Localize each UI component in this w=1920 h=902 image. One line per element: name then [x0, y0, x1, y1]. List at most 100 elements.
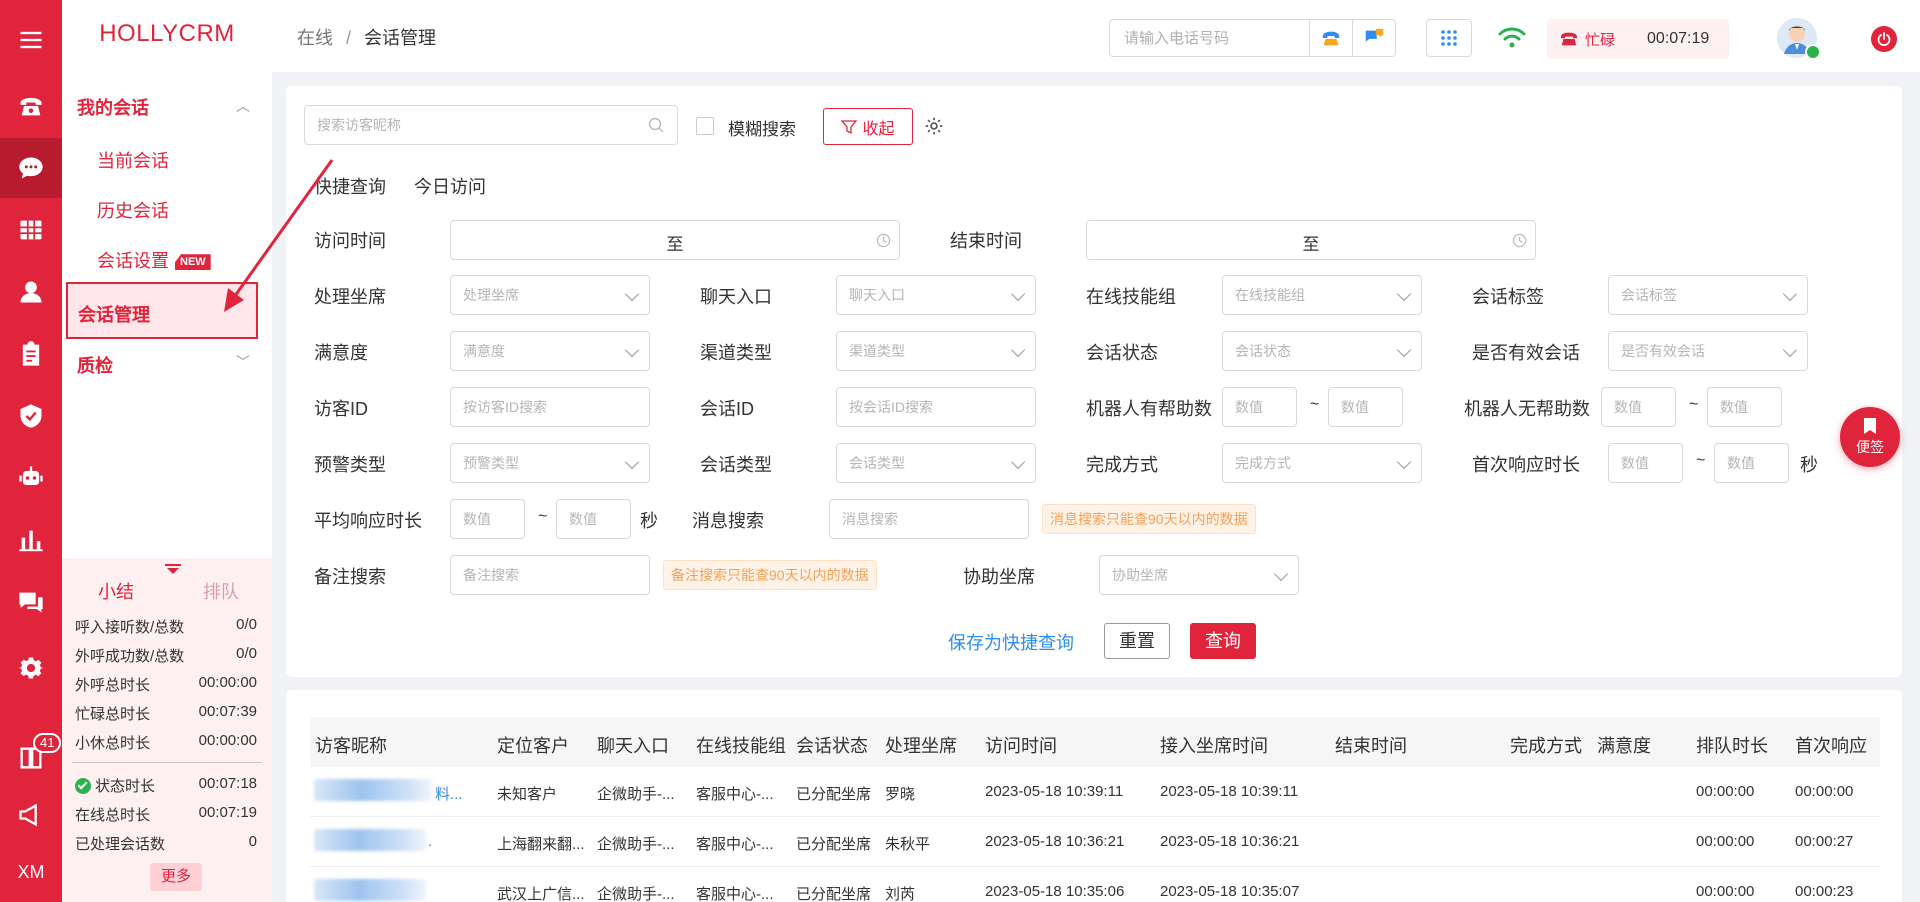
- phone-number-input[interactable]: [1109, 19, 1309, 57]
- menu-item-session-settings[interactable]: 会话设置 NEW: [97, 247, 211, 273]
- query-button[interactable]: 查询: [1190, 623, 1256, 659]
- handling-agent-select[interactable]: 处理坐席: [450, 275, 650, 315]
- search-icon[interactable]: [648, 117, 664, 133]
- gear-icon[interactable]: [0, 638, 62, 698]
- message-button[interactable]: [1352, 19, 1396, 57]
- breadcrumb-root[interactable]: 在线: [297, 28, 333, 48]
- phone-icon[interactable]: [0, 76, 62, 136]
- chat-icon[interactable]: [0, 138, 62, 198]
- brand-logo: HOLLYCRM: [99, 20, 235, 47]
- tab-quick-query[interactable]: 快捷查询: [314, 173, 386, 199]
- menu-item-session-management[interactable]: 会话管理: [66, 282, 258, 339]
- avatar[interactable]: [1777, 18, 1821, 60]
- assist-agent-select[interactable]: 协助坐席: [1099, 555, 1299, 595]
- session-table: 访客昵称 定位客户 聊天入口 在线技能组 会话状态 处理坐席 访问时间 接入坐席…: [286, 690, 1902, 902]
- robot-unhelpful-max[interactable]: [1707, 387, 1782, 427]
- channel-type-select[interactable]: 渠道类型: [836, 331, 1036, 371]
- robot-helpful-max[interactable]: [1328, 387, 1403, 427]
- valid-session-select[interactable]: 是否有效会话: [1608, 331, 1808, 371]
- avg-response-max[interactable]: [556, 499, 631, 539]
- select-placeholder: 聊天入口: [849, 287, 905, 303]
- menu-item-current-session[interactable]: 当前会话: [97, 147, 169, 173]
- clipboard-icon[interactable]: [0, 324, 62, 384]
- col-skill-group: 在线技能组: [696, 736, 786, 756]
- robot-helpful-min[interactable]: [1222, 387, 1297, 427]
- tab-today-visit[interactable]: 今日访问: [414, 173, 486, 199]
- satisfaction-select[interactable]: 满意度: [450, 331, 650, 371]
- stat-busy-duration: 忙碌总时长 00:07:39: [75, 703, 257, 724]
- menu-group-quality[interactable]: 质检: [77, 352, 113, 378]
- user-icon[interactable]: [0, 262, 62, 322]
- shield-icon[interactable]: [0, 386, 62, 446]
- col-finish-mode: 完成方式: [1510, 736, 1582, 756]
- robot-unhelpful-min[interactable]: [1601, 387, 1676, 427]
- fuzzy-search-checkbox[interactable]: [696, 117, 714, 135]
- assist-agent-label: 协助坐席: [963, 567, 1035, 587]
- reset-button[interactable]: 重置: [1104, 623, 1170, 659]
- apps-button[interactable]: [1426, 19, 1472, 57]
- stats-drag-handle[interactable]: [165, 564, 181, 566]
- session-tag-select[interactable]: 会话标签: [1608, 275, 1808, 315]
- first-response-min[interactable]: [1608, 443, 1683, 483]
- stat-online-duration: 在线总时长 00:07:19: [75, 804, 257, 825]
- stat-inbound: 呼入接听数/总数 0/0: [75, 616, 257, 637]
- menu-group-my-sessions[interactable]: 我的会话: [77, 94, 149, 120]
- bar-chart-icon[interactable]: [0, 510, 62, 570]
- menu-icon[interactable]: [0, 10, 62, 70]
- range-tilde: ~: [1310, 396, 1320, 413]
- phone-status-icon: [1561, 32, 1577, 46]
- robot-unhelpful-label: 机器人无帮助数: [1464, 399, 1590, 419]
- user-initials-text: XM: [17, 861, 45, 882]
- user-initials[interactable]: XM: [0, 842, 62, 902]
- skill-group-select[interactable]: 在线技能组: [1222, 275, 1422, 315]
- visitor-nickname-search[interactable]: [304, 105, 678, 145]
- message-search-input[interactable]: [829, 499, 1029, 539]
- first-response-max[interactable]: [1714, 443, 1789, 483]
- tab-queue[interactable]: 排队: [203, 578, 239, 604]
- visitor-id-input[interactable]: [450, 387, 650, 427]
- menu-item-history-session[interactable]: 历史会话: [97, 197, 169, 223]
- settings-gear-icon[interactable]: [924, 116, 944, 136]
- finish-mode-label: 完成方式: [1086, 455, 1158, 475]
- tab-summary[interactable]: 小结: [98, 578, 134, 604]
- alert-type-select[interactable]: 预警类型: [450, 443, 650, 483]
- nickname-cell[interactable]: .: [428, 833, 432, 850]
- avg-response-min[interactable]: [450, 499, 525, 539]
- col-end-time: 结束时间: [1335, 736, 1407, 756]
- remark-search-input[interactable]: [450, 555, 650, 595]
- more-button[interactable]: 更多: [150, 863, 202, 891]
- table-row[interactable]: 武汉上广信... 企微助手-... 客服中心-... 已分配坐席 刘芮 2023…: [310, 867, 1880, 902]
- save-quick-query-link[interactable]: 保存为快捷查询: [948, 629, 1074, 655]
- grid-icon[interactable]: [0, 200, 62, 260]
- stat-label: 外呼成功数/总数: [75, 648, 185, 665]
- col-first-response: 首次响应: [1795, 736, 1867, 756]
- book-icon[interactable]: 41: [0, 728, 62, 788]
- finish-mode-select[interactable]: 完成方式: [1222, 443, 1422, 483]
- sticky-note-button[interactable]: 便签: [1840, 407, 1900, 467]
- avg-response-label: 平均响应时长: [314, 511, 422, 531]
- visit-time-range-picker[interactable]: 至: [450, 220, 900, 260]
- logout-button[interactable]: [1871, 26, 1897, 52]
- agent-status-pill[interactable]: 忙碌 00:07:19: [1547, 19, 1729, 59]
- chevron-up-icon[interactable]: ︿: [236, 96, 250, 116]
- dots-grid-icon: [1441, 30, 1457, 46]
- session-state-select[interactable]: 会话状态: [1222, 331, 1422, 371]
- table-row[interactable]: . 上海翻来翻... 企微助手-... 客服中心-... 已分配坐席 朱秋平 2…: [310, 817, 1880, 867]
- chevron-down-icon[interactable]: ﹀: [236, 352, 250, 372]
- session-type-select[interactable]: 会话类型: [836, 443, 1036, 483]
- chat-entry-select[interactable]: 聊天入口: [836, 275, 1036, 315]
- nickname-cell[interactable]: 料...: [435, 783, 463, 804]
- megaphone-icon[interactable]: [0, 785, 62, 845]
- dial-button[interactable]: [1309, 19, 1353, 57]
- state-cell: 已分配坐席: [796, 836, 872, 853]
- collapse-filters-button[interactable]: 收起: [823, 108, 913, 145]
- table-row[interactable]: 料... 未知客户 企微助手-... 客服中心-... 已分配坐席 罗晓 202…: [310, 767, 1880, 817]
- page-scrollbar[interactable]: [1912, 72, 1920, 902]
- stat-label: 呼入接听数/总数: [75, 619, 185, 636]
- session-id-input[interactable]: [836, 387, 1036, 427]
- divider: [72, 762, 262, 763]
- end-time-range-picker[interactable]: 至: [1086, 220, 1536, 260]
- robot-icon[interactable]: [0, 448, 62, 508]
- comments-icon[interactable]: [0, 572, 62, 632]
- stat-value: 0/0: [236, 645, 257, 662]
